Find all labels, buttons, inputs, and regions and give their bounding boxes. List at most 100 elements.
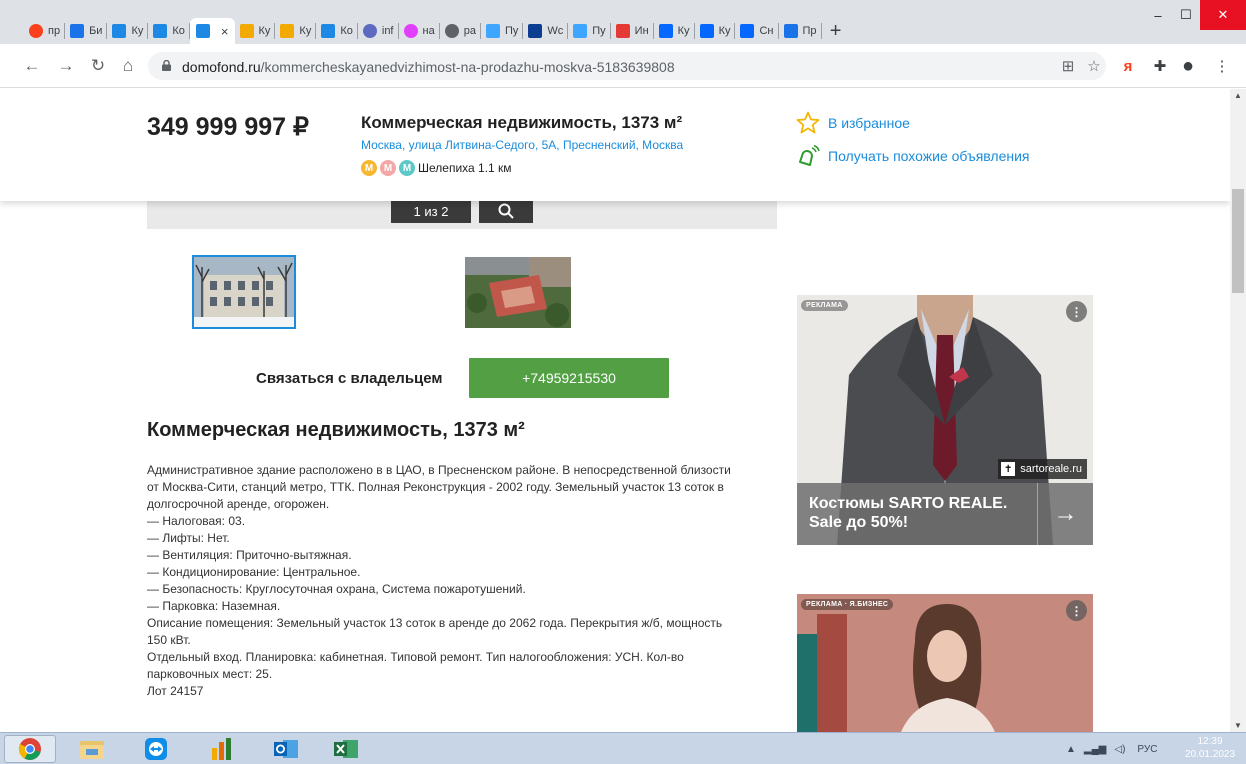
browser-tab[interactable]: Ку bbox=[235, 18, 276, 44]
description-line: — Налоговая: 03. bbox=[147, 514, 246, 528]
arrow-right-icon[interactable]: → bbox=[1037, 483, 1093, 545]
description-line: от Москва-Сити, станций метро, ТТК. Полн… bbox=[147, 480, 724, 494]
zoom-button[interactable] bbox=[479, 199, 533, 223]
browser-tab[interactable]: Wc bbox=[523, 18, 569, 44]
cian-icon bbox=[699, 24, 714, 38]
close-window-button[interactable]: ✕ bbox=[1200, 0, 1246, 30]
volume-icon[interactable]: ◁) bbox=[1114, 744, 1125, 755]
folder-icon bbox=[80, 741, 104, 759]
profile-icon[interactable]: ● bbox=[1178, 55, 1198, 77]
browser-tab[interactable]: Ку bbox=[275, 18, 317, 44]
yandex-icon bbox=[29, 24, 43, 38]
chrome-icon[interactable] bbox=[4, 735, 56, 763]
back-button[interactable]: ← bbox=[20, 54, 44, 78]
teamviewer-icon[interactable] bbox=[130, 735, 182, 763]
home-button[interactable]: ⌂ bbox=[116, 54, 140, 78]
outlook-icon[interactable] bbox=[260, 735, 312, 763]
browser-tab[interactable]: Ин bbox=[611, 18, 654, 44]
browser-tab[interactable]: Ко bbox=[148, 18, 190, 44]
browser-tab[interactable]: Ко bbox=[316, 18, 358, 44]
ad-options-icon[interactable]: ⋮ bbox=[1066, 600, 1087, 621]
browser-tab-strip: пр Би Ку Ко × Ку Ку Ко inf на ра Пу Wc Пу Ин Ку Ку Сн Пр + … bbox=[0, 0, 1246, 44]
forward-button[interactable]: → bbox=[54, 54, 78, 78]
browser-tab[interactable]: Ку bbox=[107, 18, 149, 44]
reload-button[interactable]: ↻ bbox=[86, 54, 110, 78]
tab-title: Ин bbox=[634, 25, 649, 37]
metro-line-icon: М bbox=[361, 160, 377, 176]
house-icon bbox=[280, 24, 295, 38]
browser-tab[interactable]: Ку bbox=[695, 18, 736, 44]
vertical-scrollbar[interactable]: ▲ ▼ bbox=[1230, 89, 1246, 732]
metro-line-icon: М bbox=[399, 160, 415, 176]
building-photo bbox=[194, 257, 294, 327]
listing-description: Административное здание расположено в в … bbox=[147, 462, 777, 700]
tab-list: пр Би Ку Ко × Ку Ку Ко inf на ра Пу Wc Пу Ин Ку Ку Сн Пр + bbox=[24, 18, 850, 44]
ad-banner-dress[interactable]: РЕКЛАМА · Я.БИЗНЕС ⋮ bbox=[797, 594, 1093, 732]
tab-title: Сн bbox=[759, 25, 774, 37]
alerts-label: Получать похожие объявления bbox=[828, 148, 1030, 164]
language-indicator[interactable]: РУС bbox=[1137, 744, 1157, 755]
new-tab-button[interactable]: + bbox=[822, 18, 850, 44]
bar-chart-logo bbox=[212, 738, 231, 760]
ad-options-icon[interactable]: ⋮ bbox=[1066, 301, 1087, 322]
chart-app-icon[interactable] bbox=[196, 735, 248, 763]
description-line: 150 кВт. bbox=[147, 633, 191, 647]
system-clock[interactable]: 12:39 20.01.2023 bbox=[1180, 735, 1240, 761]
lock-icon[interactable] bbox=[162, 60, 171, 71]
tray-expand-icon[interactable]: ▲ bbox=[1066, 744, 1076, 755]
show-phone-button[interactable]: +74959215530 bbox=[469, 358, 669, 398]
excel-logo bbox=[334, 740, 358, 758]
ad-label: РЕКЛАМА · Я.БИЗНЕС bbox=[801, 599, 894, 610]
browser-tab[interactable]: Ку bbox=[654, 18, 695, 44]
browser-tab[interactable]: Пр bbox=[779, 18, 822, 44]
ad-domain[interactable]: ✝ sartoreale.ru bbox=[998, 459, 1087, 479]
tab-title: Ко bbox=[172, 25, 185, 37]
aerial-photo bbox=[465, 257, 571, 328]
menu-icon[interactable]: ⋮ bbox=[1212, 56, 1232, 76]
browser-tab[interactable]: пр bbox=[24, 18, 66, 44]
description-line: — Вентиляция: Приточно-вытяжная. bbox=[147, 548, 352, 562]
maximize-button[interactable]: ☐ bbox=[1172, 0, 1200, 30]
similar-alerts-link[interactable]: Получать похожие объявления bbox=[796, 145, 1030, 167]
extensions-icon[interactable]: ✚ bbox=[1150, 56, 1170, 76]
minimize-button[interactable]: – bbox=[1144, 0, 1172, 30]
browser-tab[interactable]: Пу bbox=[568, 18, 612, 44]
ad-caption[interactable]: Костюмы SARTO REALE. Sale до 50%! → bbox=[797, 483, 1093, 545]
browser-tab[interactable]: × bbox=[189, 18, 235, 44]
house-icon bbox=[239, 24, 254, 38]
excel-icon[interactable] bbox=[320, 735, 372, 763]
browser-tab[interactable]: Би bbox=[65, 18, 108, 44]
yandex-extension-icon[interactable]: я bbox=[1118, 56, 1138, 76]
scroll-up-arrow-icon[interactable]: ▲ bbox=[1234, 91, 1242, 100]
scroll-down-arrow-icon[interactable]: ▼ bbox=[1234, 721, 1242, 730]
address-bar[interactable]: domofond.ru/kommercheskayanedvizhimost-n… bbox=[148, 52, 1106, 80]
close-tab-icon[interactable]: × bbox=[221, 24, 229, 39]
ad-banner-suits[interactable]: РЕКЛАМА ⋮ ✝ sartoreale.ru Костюмы SARTO R… bbox=[797, 295, 1093, 545]
bookmark-star-icon[interactable]: ☆ bbox=[1084, 56, 1104, 76]
description-line: Описание помещения: Земельный участок 13… bbox=[147, 616, 723, 630]
ad-domain-text: sartoreale.ru bbox=[1020, 463, 1082, 475]
browser-tab[interactable]: на bbox=[399, 18, 440, 44]
browser-tab[interactable]: Пу bbox=[481, 18, 524, 44]
domofond-icon bbox=[70, 24, 85, 38]
network-icon[interactable]: ▂▄▆ bbox=[1084, 744, 1106, 755]
listing-heading: Коммерческая недвижимость, 1373 м² bbox=[147, 419, 525, 441]
browser-tab[interactable]: inf bbox=[358, 18, 399, 44]
tab-title: inf bbox=[381, 25, 394, 37]
pinwheel-icon bbox=[573, 24, 588, 38]
pinwheel-icon bbox=[485, 24, 500, 38]
add-to-favorites-link[interactable]: В избранное bbox=[796, 111, 910, 134]
photo-thumbnail[interactable] bbox=[192, 255, 296, 329]
scrollbar-thumb[interactable] bbox=[1232, 189, 1244, 293]
url-text[interactable]: domofond.ru/kommercheskayanedvizhimost-n… bbox=[182, 59, 675, 75]
translate-icon[interactable]: ⊞ bbox=[1058, 56, 1078, 76]
cian-icon bbox=[740, 24, 755, 38]
browser-tab[interactable]: ра bbox=[440, 18, 482, 44]
file-explorer-icon[interactable] bbox=[66, 735, 118, 763]
listing-sticky-header: 349 999 997 ₽ Коммерческая недвижимость,… bbox=[0, 89, 1230, 201]
photo-thumbnail[interactable] bbox=[465, 257, 571, 328]
description-line: Административное здание расположено в в … bbox=[147, 463, 731, 477]
browser-tab[interactable]: Сн bbox=[735, 18, 779, 44]
listing-address-link[interactable]: Москва, улица Литвина-Седого, 5А, Пресне… bbox=[361, 138, 683, 152]
metro-line-icon: М bbox=[380, 160, 396, 176]
